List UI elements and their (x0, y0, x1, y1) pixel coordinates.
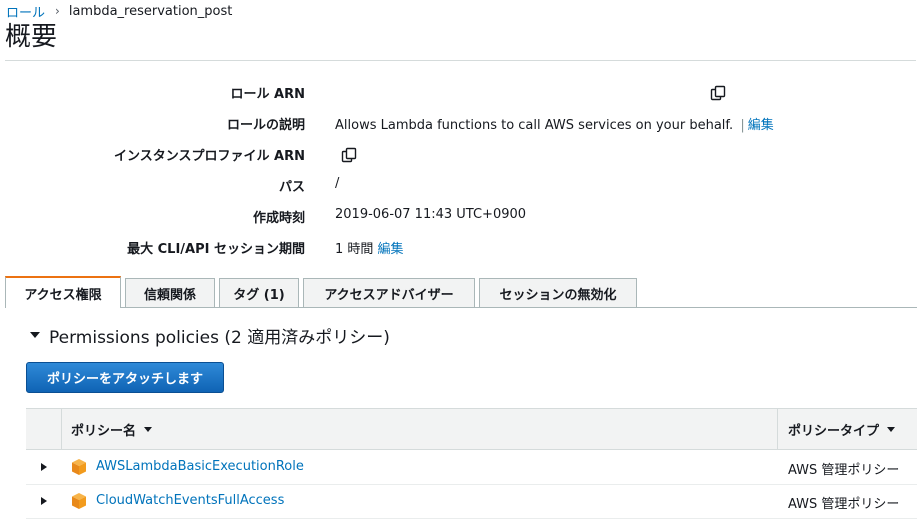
aws-policy-cube-icon (72, 493, 86, 509)
breadcrumb-chevron-icon: › (55, 4, 60, 18)
column-divider (777, 409, 778, 450)
instance-profile-arn-label: インスタンスプロファイル ARN (114, 149, 305, 164)
table-row: CloudWatchEventsFullAccess AWS 管理ポリシー (26, 485, 917, 519)
caret-down-icon (30, 332, 40, 338)
permissions-policies-title: Permissions policies (2 適用済みポリシー) (49, 327, 390, 348)
aws-policy-cube-icon (72, 459, 86, 475)
role-description-label: ロールの説明 (226, 118, 305, 133)
tab-trust-relationships[interactable]: 信頼関係 (125, 278, 215, 308)
tab-permissions[interactable]: アクセス権限 (5, 276, 121, 308)
chevron-right-icon[interactable] (41, 463, 47, 471)
breadcrumb: ロール › lambda_reservation_post (6, 2, 233, 21)
tab-tags[interactable]: タグ (1) (219, 278, 299, 308)
path-value: / (335, 176, 340, 191)
table-row: AWSLambdaBasicExecutionRole AWS 管理ポリシー (26, 451, 917, 485)
breadcrumb-current: lambda_reservation_post (68, 3, 233, 19)
role-description-value: Allows Lambda functions to call AWS serv… (335, 114, 774, 133)
description-text: Allows Lambda functions to call AWS serv… (335, 118, 734, 133)
tab-divider (5, 307, 917, 308)
column-divider (61, 409, 62, 450)
table-header: ポリシー名 ポリシータイプ (26, 408, 917, 450)
max-session-duration-text: 1 時間 (335, 242, 374, 257)
description-separator: | (740, 118, 745, 133)
max-session-duration-value: 1 時間 編集 (335, 238, 404, 257)
column-header-policy-type-label: ポリシータイプ (788, 424, 880, 439)
attach-policies-button[interactable]: ポリシーをアタッチします (26, 362, 224, 393)
chevron-right-icon[interactable] (41, 497, 47, 505)
column-header-policy-type[interactable]: ポリシータイプ (788, 409, 896, 450)
tab-revoke-sessions[interactable]: セッションの無効化 (479, 278, 637, 308)
edit-description-link[interactable]: 編集 (748, 118, 774, 133)
column-header-policy-name[interactable]: ポリシー名 (71, 409, 153, 450)
created-time-value: 2019-06-07 11:43 UTC+0900 (335, 207, 527, 222)
policy-type-value: AWS 管理ポリシー (788, 463, 900, 478)
column-header-policy-name-label: ポリシー名 (71, 424, 137, 439)
sort-caret-icon (144, 427, 153, 432)
permissions-policies-header[interactable]: Permissions policies (2 適用済みポリシー) (30, 322, 390, 348)
page-title: 概要 (5, 22, 58, 52)
edit-max-session-link[interactable]: 編集 (378, 242, 404, 257)
tab-bar: アクセス権限 信頼関係 タグ (1) アクセスアドバイザー セッションの無効化 (5, 276, 917, 308)
copy-icon[interactable] (340, 146, 358, 164)
sort-caret-icon (887, 427, 896, 432)
path-label: パス (278, 180, 305, 195)
policy-name-link[interactable]: AWSLambdaBasicExecutionRole (96, 459, 304, 474)
title-divider (5, 60, 916, 61)
role-arn-label: ロール ARN (230, 87, 305, 102)
breadcrumb-roles-link[interactable]: ロール (6, 2, 45, 21)
policy-type-value: AWS 管理ポリシー (788, 497, 900, 512)
policy-name-link[interactable]: CloudWatchEventsFullAccess (96, 493, 284, 508)
created-time-label: 作成時刻 (252, 211, 305, 226)
copy-icon[interactable] (709, 84, 727, 102)
max-session-duration-label: 最大 CLI/API セッション期間 (127, 242, 305, 257)
tab-access-advisor[interactable]: アクセスアドバイザー (303, 278, 475, 308)
